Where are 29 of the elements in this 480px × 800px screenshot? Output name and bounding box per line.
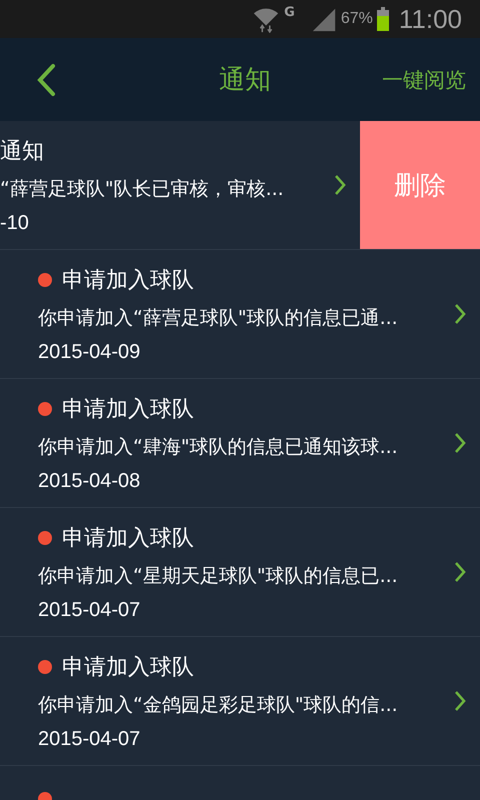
notification-row[interactable]: 通知 “薛营足球队"队长已审核，审核... -10 删除 — [0, 121, 480, 250]
notification-message: 你申请加入“薛营足球队"球队的信息已通... — [38, 306, 399, 330]
network-type: G — [284, 5, 295, 20]
notification-date: 2015-04-07 — [38, 728, 142, 750]
signal-icon — [310, 6, 337, 32]
chevron-right-icon — [454, 561, 466, 583]
back-icon — [36, 62, 56, 96]
notification-message: 你申请加入“肆海"球队的信息已通知该球... — [38, 434, 399, 460]
chevron-right-icon — [334, 174, 346, 196]
notification-message: 你申请加入“金鸽园足彩足球队"球队的信... — [38, 692, 399, 718]
battery-percent: 67% — [340, 10, 373, 28]
notification-date: 2015-04-09 — [38, 340, 142, 364]
notification-title: 申请加入球队 — [62, 396, 194, 424]
battery-icon — [376, 7, 389, 31]
notification-title: 申请加入球队 — [62, 266, 194, 294]
notification-date: -10 — [0, 212, 30, 234]
notification-date: 2015-04-07 — [38, 598, 142, 622]
read-all-button[interactable]: 一键阅览 — [382, 66, 466, 94]
notification-date: 2015-04-08 — [38, 470, 142, 492]
notification-title: 申请加入球队 — [62, 524, 194, 552]
notification-message: “薛营足球队"队长已审核，审核... — [0, 176, 285, 202]
page-title: 通知 — [219, 64, 271, 97]
clock: 11:00 — [398, 4, 462, 34]
chevron-right-icon — [454, 432, 466, 454]
chevron-right-icon — [454, 303, 466, 325]
notification-title: 申请加入球队 — [62, 654, 194, 682]
notification-message: 你申请加入“星期天足球队"球队的信息已... — [38, 564, 399, 588]
notification-title: 通知 — [0, 138, 44, 166]
chevron-right-icon — [454, 690, 466, 712]
